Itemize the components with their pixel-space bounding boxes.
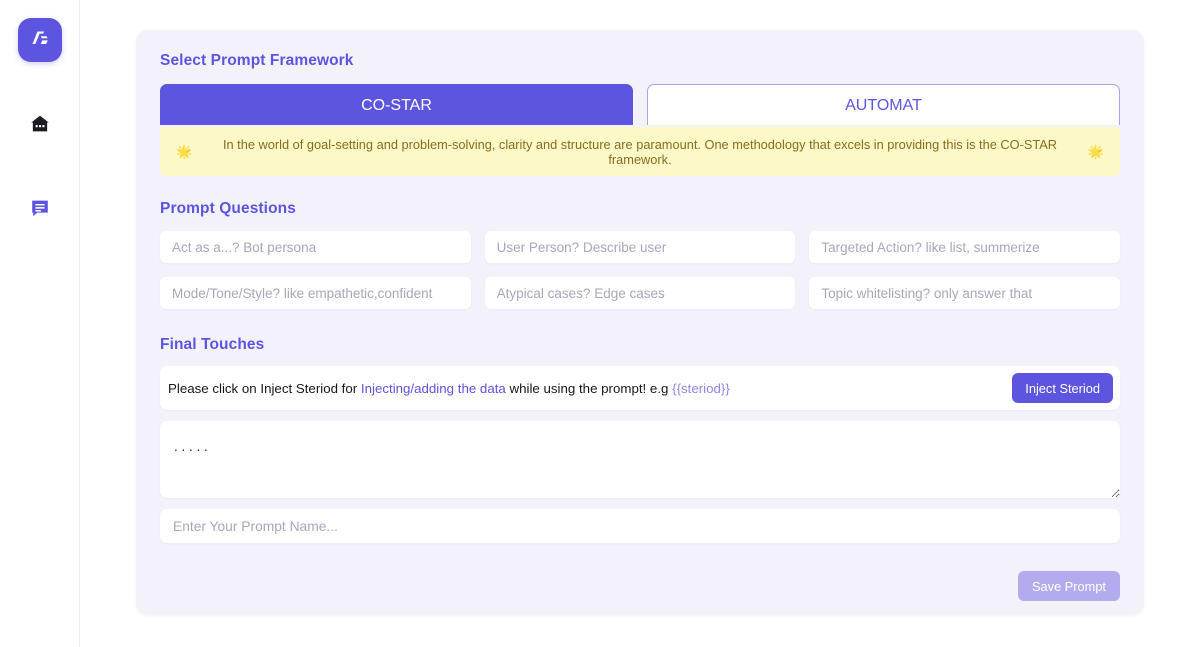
inject-note-part2: while using the prompt! e.g: [506, 381, 672, 396]
question-input-atypical-cases[interactable]: [485, 277, 796, 309]
inject-steroid-row: Please click on Inject Steriod for Injec…: [160, 366, 1120, 410]
app-root: Select Prompt Framework CO-STAR AUTOMAT …: [0, 0, 1200, 647]
inject-note-part1: Please click on Inject Steriod for: [168, 381, 361, 396]
prompt-questions-grid: [160, 231, 1120, 309]
prompt-name-input[interactable]: [160, 509, 1120, 543]
app-logo[interactable]: [18, 18, 62, 62]
inject-steroid-button[interactable]: Inject Steriod: [1012, 373, 1113, 403]
save-prompt-button[interactable]: Save Prompt: [1018, 571, 1120, 601]
sidebar-item-home[interactable]: [18, 104, 62, 148]
tab-automat[interactable]: AUTOMAT: [647, 84, 1120, 125]
app-logo-icon: [27, 25, 53, 56]
question-input-topic-whitelisting[interactable]: [809, 277, 1120, 309]
inject-note: Please click on Inject Steriod for Injec…: [167, 381, 730, 396]
inject-note-link[interactable]: Injecting/adding the data: [361, 381, 506, 396]
main-content: Select Prompt Framework CO-STAR AUTOMAT …: [80, 0, 1200, 647]
sparkle-icon: 🌟: [176, 144, 192, 160]
sidebar-item-chat[interactable]: [18, 188, 62, 232]
home-icon: [29, 113, 51, 140]
framework-info-banner: 🌟 In the world of goal-setting and probl…: [160, 127, 1120, 176]
question-input-persona[interactable]: [160, 231, 471, 263]
sparkle-icon: 🌟: [1088, 144, 1104, 160]
tab-co-star[interactable]: CO-STAR: [160, 84, 633, 125]
framework-section-title: Select Prompt Framework: [160, 52, 1120, 70]
chat-icon: [29, 197, 51, 224]
inject-note-token: {{steriod}}: [672, 381, 730, 396]
questions-section-title: Prompt Questions: [160, 200, 1120, 218]
question-input-mode-tone-style[interactable]: [160, 277, 471, 309]
prompt-builder-card: Select Prompt Framework CO-STAR AUTOMAT …: [136, 30, 1144, 615]
final-touches-section-title: Final Touches: [160, 336, 1120, 354]
question-input-user-person[interactable]: [485, 231, 796, 263]
prompt-textarea[interactable]: [160, 421, 1120, 498]
save-row: Save Prompt: [160, 571, 1120, 601]
sidebar: [0, 0, 80, 647]
question-input-targeted-action[interactable]: [809, 231, 1120, 263]
framework-tabs: CO-STAR AUTOMAT: [160, 84, 1120, 125]
framework-info-text: In the world of goal-setting and problem…: [192, 137, 1088, 167]
